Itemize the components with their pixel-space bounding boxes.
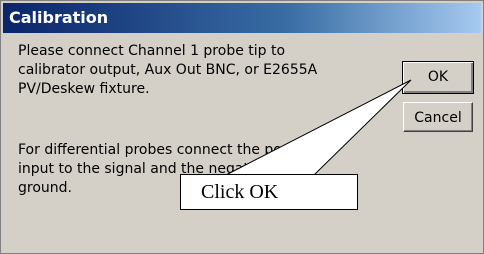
calibration-dialog: Calibration Please connect Channel 1 pro…	[0, 0, 484, 254]
callout-text: Click OK	[201, 181, 279, 203]
callout-box: Click OK	[180, 174, 358, 210]
dialog-title: Calibration	[9, 8, 109, 27]
title-bar[interactable]: Calibration	[3, 3, 481, 33]
ok-button[interactable]: OK	[402, 61, 474, 94]
instruction-text-probe: Please connect Channel 1 probe tip to ca…	[18, 43, 318, 97]
cancel-button[interactable]: Cancel	[403, 102, 473, 132]
